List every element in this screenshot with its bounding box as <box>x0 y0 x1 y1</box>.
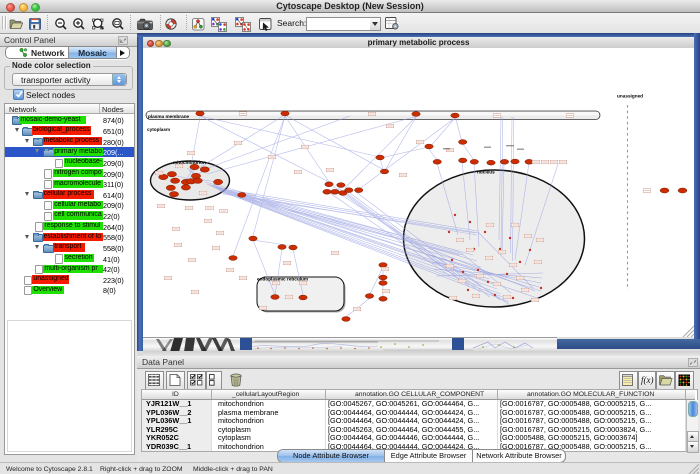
svg-text:plasma membrane: plasma membrane <box>148 114 190 119</box>
svg-text:nucleus: nucleus <box>477 170 495 175</box>
svg-text:mitochondrion: mitochondrion <box>173 160 206 165</box>
svg-text:endoplasmic reticulum: endoplasmic reticulum <box>257 277 308 282</box>
svg-text:cytoplasm: cytoplasm <box>147 127 170 132</box>
svg-text:unassigned: unassigned <box>617 94 643 99</box>
svg-text:f(x): f(x) <box>641 375 654 385</box>
